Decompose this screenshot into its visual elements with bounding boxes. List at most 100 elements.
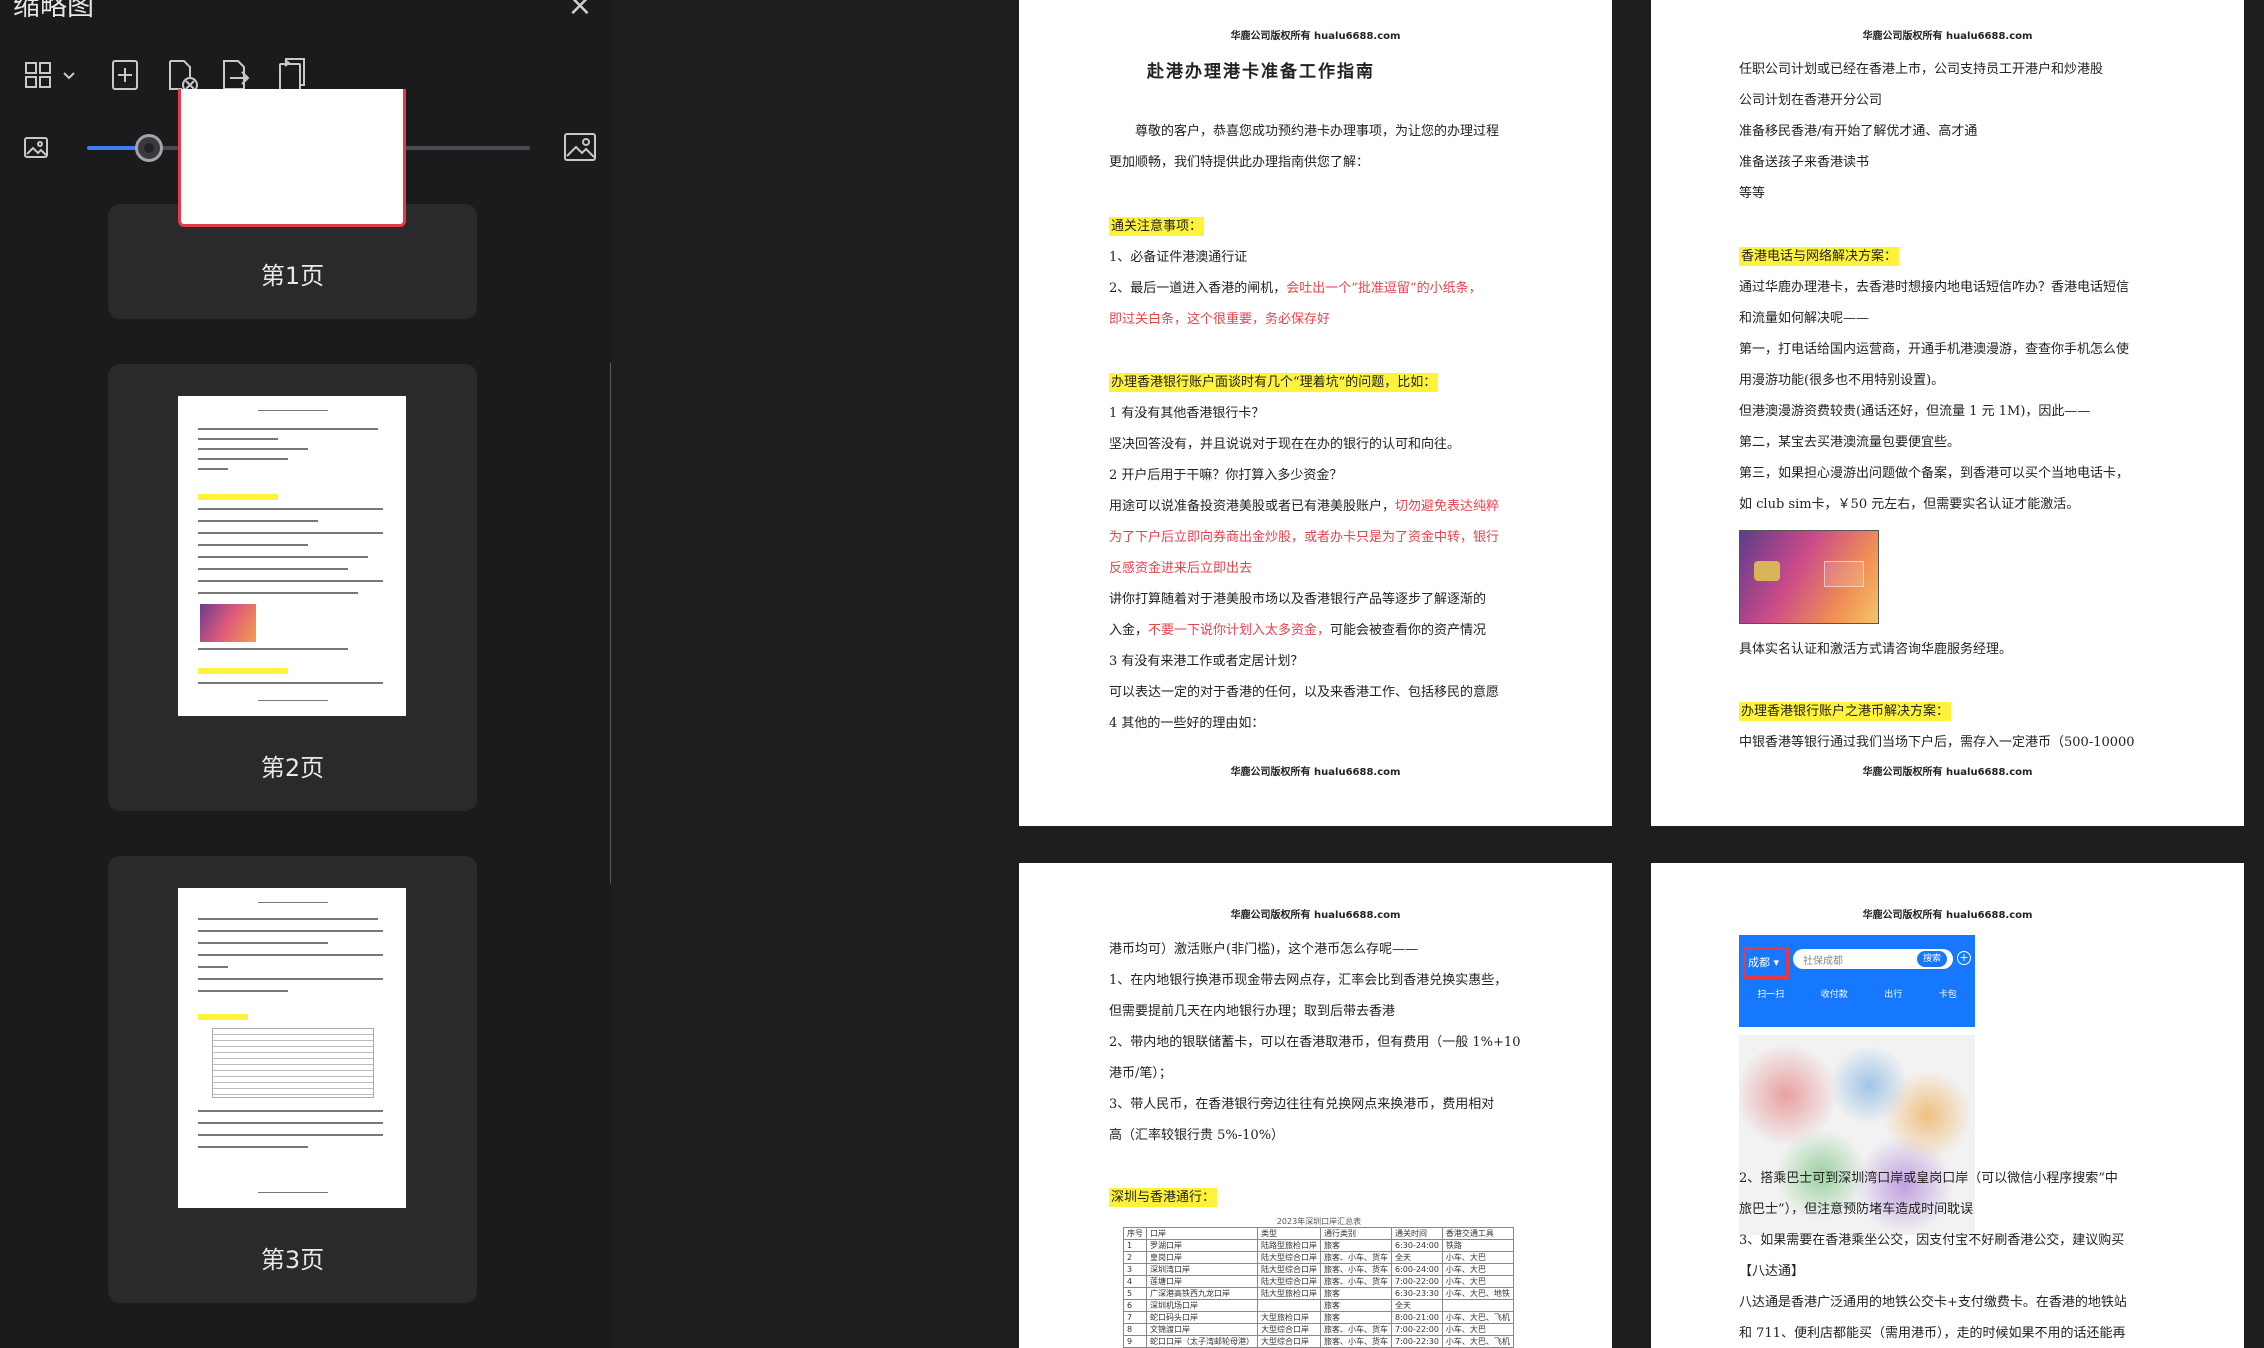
text-line: 用途可以说准备投资港美股或者已有港美股账户，切勿避免表达纯粹: [1109, 499, 1500, 514]
section-heading: 深圳与香港通行：: [1109, 1188, 1218, 1207]
table-header-row: 序号 口岸 类型 通行类别 通关时间 香港交通工具: [1123, 1227, 1514, 1240]
document-page-2: 华鹿公司版权所有 hualu6688.com 任职公司计划或已经在香港上市，公司…: [1651, 0, 2244, 826]
table-cell: 旅客、小车、货车: [1320, 1263, 1392, 1276]
table-cell: 6:00-24:00: [1391, 1263, 1443, 1276]
table-cell: 类型: [1257, 1227, 1321, 1240]
text-line: 尊敬的客户，恭喜您成功预约港卡办理事项，为让您的办理过程: [1135, 124, 1500, 139]
table-row: 2 皇岗口岸 陆大型综合口岸 旅客、小车、货车 全天 小车、大巴: [1123, 1251, 1514, 1264]
page-3-label: 第3页: [260, 1246, 325, 1274]
text-line: 2、搭乘巴士可到深圳湾口岸或皇岗口岸（可以微信小程序搜索“中: [1739, 1171, 2118, 1186]
table-cell: 旅客: [1320, 1299, 1392, 1312]
table-cell: 全天: [1391, 1299, 1443, 1312]
text-line: 1 有没有其他香港银行卡？: [1109, 406, 1265, 421]
zoom-slider-knob[interactable]: [135, 134, 163, 162]
app-cards-label: 卡包: [1938, 990, 1957, 1000]
table-cell: 8:00-21:00: [1391, 1311, 1443, 1324]
page-2-label: 第2页: [260, 754, 325, 782]
section-heading: 办理香港银行账户之港币解决方案：: [1739, 702, 1952, 721]
table-cell: 1: [1123, 1239, 1147, 1252]
table-cell: 序号: [1123, 1227, 1147, 1240]
table-row: 5 广深港高铁西九龙口岸 陆大型旅检口岸 旅客 6:30-23:30 小车、大巴、地铁: [1123, 1287, 1514, 1300]
thumbnail-page-1[interactable]: 第1页: [108, 89, 477, 319]
table-cell: 7: [1123, 1311, 1147, 1324]
table-cell: 小车、大巴: [1441, 1263, 1514, 1276]
text-line: 3 有没有来港工作或者定居计划？: [1109, 654, 1304, 669]
table-cell: 陆大型综合口岸: [1257, 1251, 1321, 1264]
grid-view-icon[interactable]: [24, 60, 84, 90]
thumbnail-page-3[interactable]: 第3页: [108, 856, 477, 1303]
text-line: 中银香港等银行通过我们当场下户后，需存入一定港币（500-10000: [1739, 735, 2135, 750]
table-cell: 6:30-23:30: [1391, 1287, 1443, 1300]
text-line: 高（汇率较银行贵 5%-10%）: [1109, 1128, 1285, 1143]
table-cell: 大型综合口岸: [1257, 1335, 1321, 1348]
document-view[interactable]: 华鹿公司版权所有 hualu6688.com 赴港办理港卡准备工作指南 尊敬的客…: [611, 0, 2264, 1348]
app-search-button: 搜索: [1917, 951, 1947, 967]
table-row: 4 莲塘口岸 陆大型综合口岸 旅客、小车、货车 7:00-22:00 小车、大巴: [1123, 1275, 1514, 1288]
document-page-4: 华鹿公司版权所有 hualu6688.com 成都 ▾ 社保成都 搜索 + 扫一…: [1651, 863, 2244, 1348]
text-line: 但港澳漫游资费较贵(通话还好，但流量 1 元 1M)，因此——: [1739, 404, 2091, 419]
table-cell: 小车、大巴: [1441, 1323, 1514, 1336]
text-line: 2 开户后用于干嘛？你打算入多少资金？: [1109, 468, 1343, 483]
text-line: 等等: [1739, 186, 1766, 201]
insert-page-icon[interactable]: [110, 58, 142, 92]
table-cell: 7:00-22:30: [1391, 1335, 1443, 1348]
text-line: 港币均可）激活账户(非门槛)，这个港币怎么存呢——: [1109, 942, 1419, 957]
table-cell: 旅客、小车、货车: [1320, 1323, 1392, 1336]
text-line: 3、带人民币，在香港银行旁边往往有兑换网点来换港币，费用相对: [1109, 1097, 1495, 1112]
table-cell: 9: [1123, 1335, 1147, 1348]
app-travel-label: 出行: [1884, 990, 1903, 1000]
table-cell: 7:00-22:00: [1391, 1323, 1443, 1336]
text-line: 反感资金进来后立即出去: [1109, 561, 1253, 576]
text-line: 为了下户后立即向券商出金炒股，或者办卡只是为了资金中转，银行: [1109, 530, 1500, 545]
text-line: 1、必备证件港澳通行证: [1109, 250, 1248, 265]
table-cell: 深圳机场口岸: [1146, 1299, 1258, 1312]
page-header: 华鹿公司版权所有 hualu6688.com: [1862, 910, 2033, 921]
table-cell: 旅客: [1320, 1287, 1392, 1300]
table-cell: 旅客、小车、货车: [1320, 1251, 1392, 1264]
table-cell: 4: [1123, 1275, 1147, 1288]
sim-card-image: [1739, 530, 1879, 624]
page-3-preview: [178, 888, 406, 1208]
page-header: 华鹿公司版权所有 hualu6688.com: [1862, 31, 2033, 42]
table-cell: 文锦渡口岸: [1146, 1323, 1258, 1336]
table-cell: [1441, 1299, 1514, 1312]
close-icon[interactable]: ×: [565, 0, 595, 21]
page-footer: 华鹿公司版权所有 hualu6688.com: [1862, 767, 2033, 778]
image-large-icon[interactable]: [562, 130, 600, 164]
table-cell: 7:00-22:00: [1391, 1275, 1443, 1288]
table-cell: 小车、大巴、飞机: [1441, 1311, 1514, 1324]
section-heading: 办理香港银行账户面谈时有几个“理着坑”的问题，比如：: [1109, 373, 1439, 392]
text-line: 第一，打电话给国内运营商，开通手机港澳漫游，查查你手机怎么使: [1739, 342, 2130, 357]
table-cell: 广深港高铁西九龙口岸: [1146, 1287, 1258, 1300]
text-line: 2、最后一道进入香港的闸机，会吐出一个”批准逗留“的小纸条，: [1109, 281, 1482, 296]
table-cell: 铁路: [1441, 1239, 1514, 1252]
page-footer: 华鹿公司版权所有 hualu6688.com: [1230, 767, 1401, 778]
image-small-icon[interactable]: [22, 134, 52, 162]
table-cell: 小车、大巴: [1441, 1275, 1514, 1288]
text-line: 旅巴士”），但注意预防堵车造成时间耽误: [1739, 1202, 1974, 1217]
text-line: 具体实名认证和激活方式请咨询华鹿服务经理。: [1739, 642, 2013, 657]
app-scan-label: 扫一扫: [1757, 990, 1785, 1000]
table-row: 3 深圳湾口岸 陆大型综合口岸 旅客、小车、货车 6:00-24:00 小车、大巴: [1123, 1263, 1514, 1276]
table-cell: 深圳湾口岸: [1146, 1263, 1258, 1276]
thumbnail-page-2[interactable]: 第2页: [108, 364, 477, 811]
app-add-icon: +: [1957, 951, 1971, 965]
table-cell: 5: [1123, 1287, 1147, 1300]
table-cell: 全天: [1391, 1251, 1443, 1264]
table-cell: 大型旅检口岸: [1257, 1311, 1321, 1324]
table-row: 8 文锦渡口岸 大型综合口岸 旅客、小车、货车 7:00-22:00 小车、大巴: [1123, 1323, 1514, 1336]
text-line: 第三，如果担心漫游出问题做个备案，到香港可以买个当地电话卡，: [1739, 466, 2130, 481]
port-table: 序号 口岸 类型 通行类别 通关时间 香港交通工具 1 罗湖口岸 陆路型旅检口岸 旅客 6:30-2…: [1123, 1227, 1514, 1348]
document-page-1: 华鹿公司版权所有 hualu6688.com 赴港办理港卡准备工作指南 尊敬的客…: [1019, 0, 1612, 826]
table-cell: 蛇口口岸（太子湾邮轮母港）: [1146, 1335, 1258, 1348]
text-line: 2、带内地的银联储蓄卡，可以在香港取港币，但有费用（一般 1%+10: [1109, 1035, 1521, 1050]
table-cell: 皇岗口岸: [1146, 1251, 1258, 1264]
table-cell: 3: [1123, 1263, 1147, 1276]
text-line: 和 711、便利店都能买（需用港币），走的时候如果不用的话还能再: [1739, 1326, 2126, 1341]
table-cell: 6: [1123, 1299, 1147, 1312]
text-line: 准备送孩子来香港读书: [1739, 155, 1870, 170]
page-header: 华鹿公司版权所有 hualu6688.com: [1230, 910, 1401, 921]
document-title: 赴港办理港卡准备工作指南: [1147, 62, 1375, 82]
text-line: 坚决回答没有，并且说说对于现在在办的银行的认可和向往。: [1109, 437, 1461, 452]
table-row: 7 蛇口码头口岸 大型旅检口岸 旅客 8:00-21:00 小车、大巴、飞机: [1123, 1311, 1514, 1324]
